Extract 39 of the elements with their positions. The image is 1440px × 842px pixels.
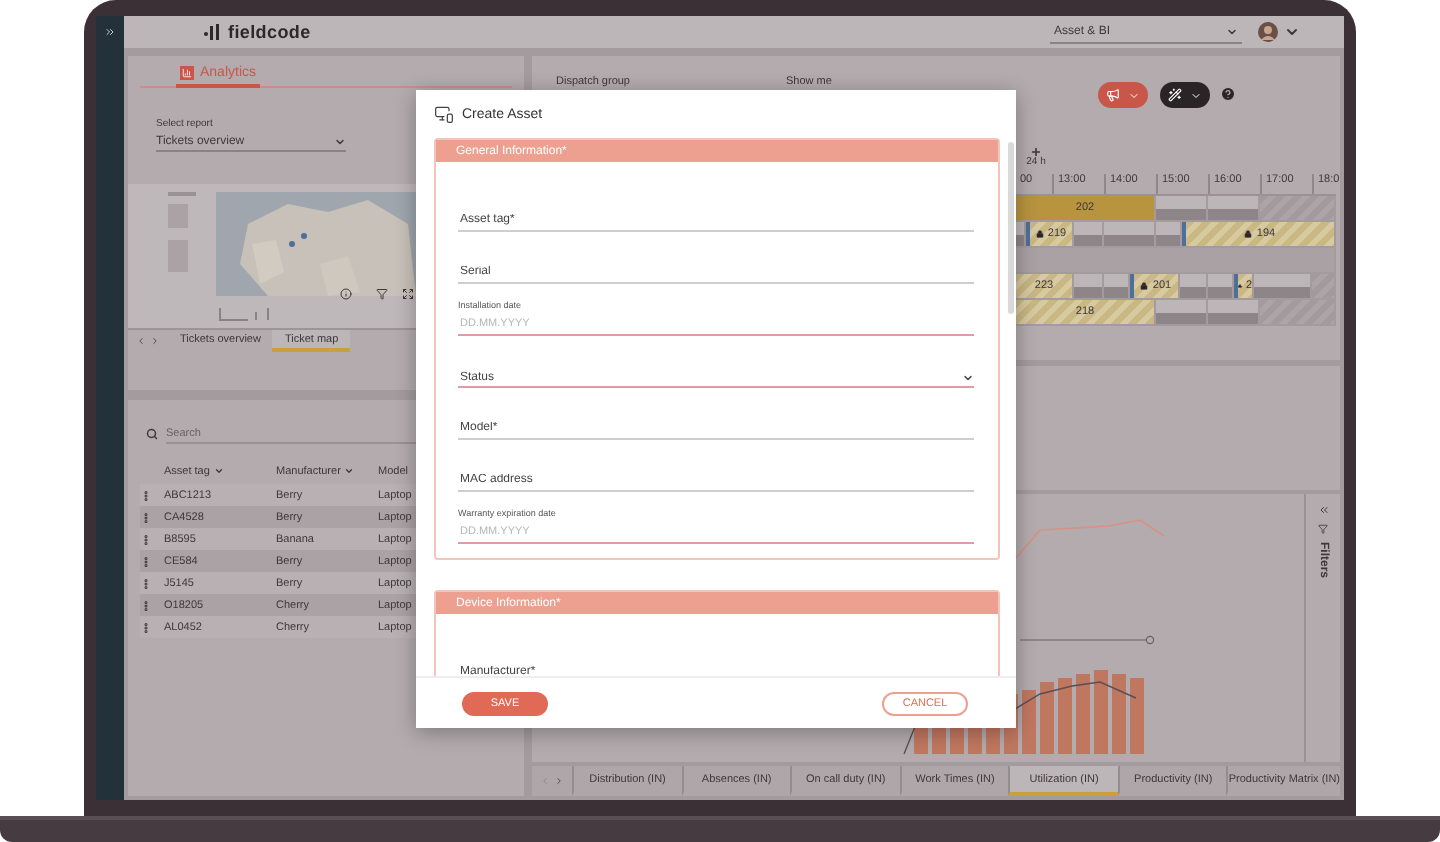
chart-bar bbox=[1130, 678, 1144, 754]
chevron-icon[interactable] bbox=[1284, 24, 1300, 40]
logo-icon bbox=[204, 24, 222, 40]
app-logo: fieldcode bbox=[228, 22, 311, 42]
lock-icon bbox=[1035, 230, 1044, 238]
chevron-right-icon[interactable] bbox=[150, 336, 160, 346]
chart-axis bbox=[1019, 635, 1155, 645]
chart-bar bbox=[1094, 670, 1108, 754]
wand-button[interactable] bbox=[1160, 82, 1210, 108]
chevron-icon bbox=[962, 371, 974, 383]
chevron-icon bbox=[1128, 89, 1140, 101]
chevron-icon bbox=[1226, 25, 1238, 37]
chevron-left-icon[interactable] bbox=[136, 336, 146, 346]
scrollbar[interactable] bbox=[1008, 142, 1014, 314]
chart-bar bbox=[1112, 674, 1126, 754]
avatar-icon[interactable] bbox=[1258, 22, 1278, 42]
plus-icon[interactable] bbox=[1032, 148, 1040, 156]
chart-icon bbox=[180, 66, 194, 80]
chevron-icon bbox=[334, 136, 346, 148]
lock-icon bbox=[1140, 282, 1149, 290]
chart-bar bbox=[1022, 690, 1036, 754]
wand-icon bbox=[1168, 88, 1182, 102]
chart-bar bbox=[1058, 678, 1072, 754]
announce-button[interactable] bbox=[1098, 82, 1148, 108]
device-icon bbox=[434, 104, 454, 124]
search-icon bbox=[146, 428, 158, 440]
expand-icon[interactable] bbox=[104, 26, 116, 38]
chart-bar bbox=[1076, 674, 1090, 754]
chevron-right-icon[interactable] bbox=[554, 776, 564, 786]
chevron-icon bbox=[1190, 89, 1202, 101]
megaphone-icon bbox=[1106, 88, 1120, 102]
chevron-icon bbox=[213, 466, 224, 476]
info-icon[interactable] bbox=[340, 288, 352, 300]
chevron-icon bbox=[344, 466, 355, 476]
filter-icon[interactable] bbox=[376, 288, 388, 300]
chart-bar bbox=[1040, 682, 1054, 754]
lock-icon bbox=[1244, 230, 1253, 238]
filter-icon bbox=[1318, 524, 1328, 534]
help-icon[interactable] bbox=[1220, 86, 1236, 102]
